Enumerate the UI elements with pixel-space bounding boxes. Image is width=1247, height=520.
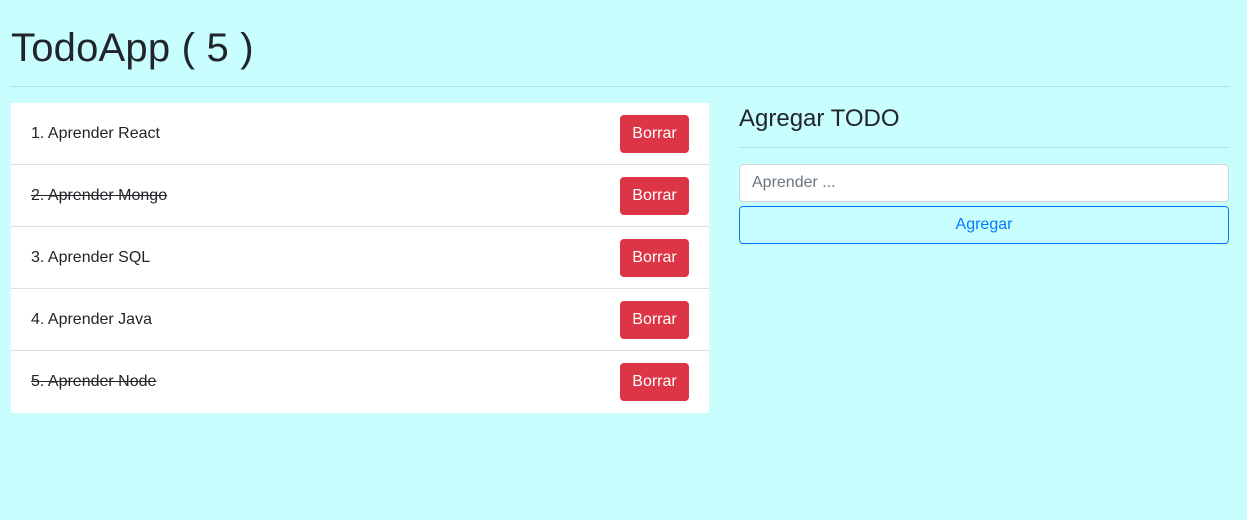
todo-item: 2. Aprender Mongo Borrar (11, 165, 709, 227)
todo-item: 4. Aprender Java Borrar (11, 289, 709, 351)
delete-button[interactable]: Borrar (620, 114, 689, 153)
add-todo-form: Agregar TODO Agregar (739, 103, 1229, 244)
todo-item: 3. Aprender SQL Borrar (11, 227, 709, 289)
todo-item: 1. Aprender React Borrar (11, 103, 709, 165)
page-title: TodoApp ( 5 ) (11, 26, 254, 70)
todo-text[interactable]: 3. Aprender SQL (31, 249, 150, 267)
delete-button[interactable]: Borrar (620, 300, 689, 339)
todo-text[interactable]: 4. Aprender Java (31, 311, 152, 329)
todo-input[interactable] (739, 164, 1229, 202)
delete-button[interactable]: Borrar (620, 176, 689, 215)
todo-list: 1. Aprender React Borrar 2. Aprender Mon… (11, 103, 709, 413)
delete-button[interactable]: Borrar (620, 363, 689, 401)
todo-text[interactable]: 2. Aprender Mongo (31, 187, 167, 205)
todo-text[interactable]: 1. Aprender React (31, 125, 160, 143)
form-divider (739, 147, 1229, 148)
todo-item: 5. Aprender Node Borrar (11, 351, 709, 413)
title-divider (11, 86, 1229, 87)
delete-button[interactable]: Borrar (620, 238, 689, 277)
add-button[interactable]: Agregar (739, 206, 1229, 244)
form-title: Agregar TODO (739, 105, 900, 132)
todo-text[interactable]: 5. Aprender Node (31, 373, 156, 391)
